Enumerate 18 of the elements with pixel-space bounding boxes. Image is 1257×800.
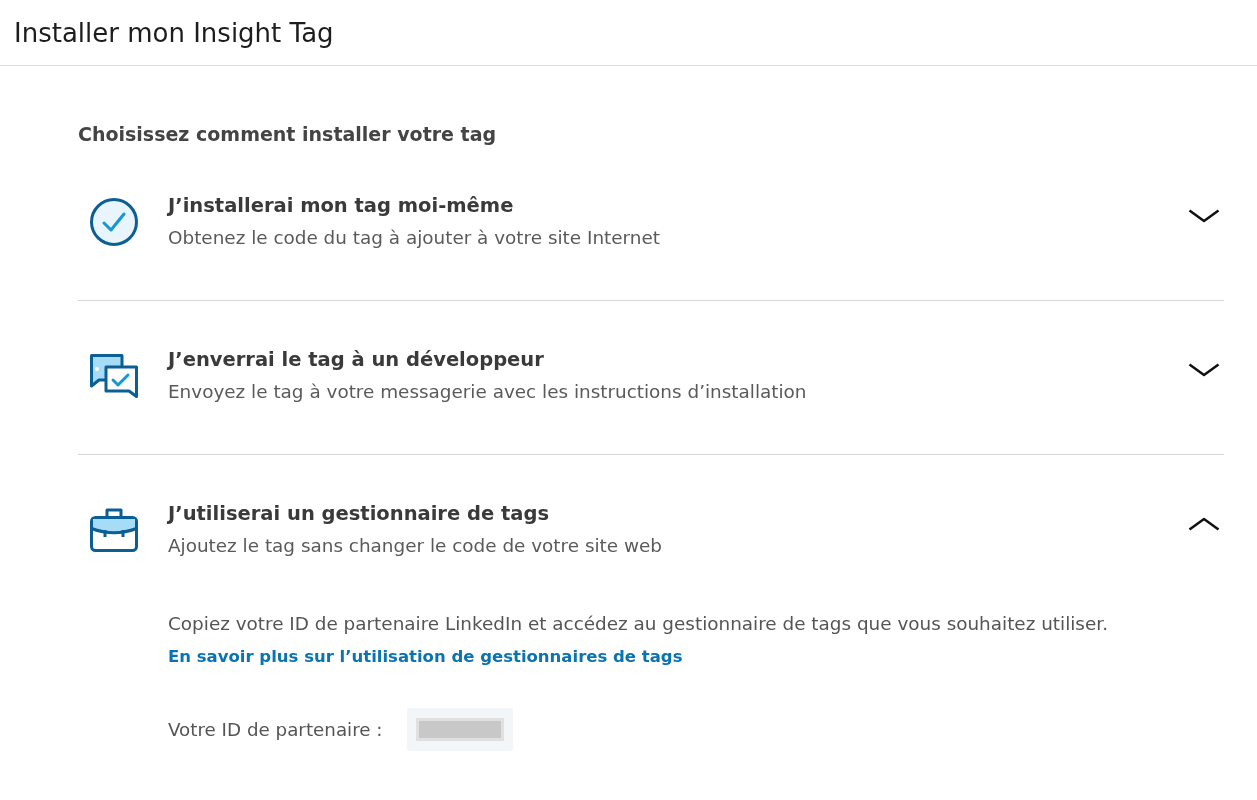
check-circle-icon xyxy=(90,197,138,246)
chat-bubbles-icon xyxy=(90,353,138,398)
section-heading: Choisissez comment installer votre tag xyxy=(78,123,498,145)
option-title: J’enverrai le tag à un développeur xyxy=(168,347,545,373)
option-title: J’installerai mon tag moi-même xyxy=(168,193,515,219)
chevron-up-icon xyxy=(1188,517,1220,531)
page-title: Installer mon Insight Tag xyxy=(14,17,334,48)
option-description: Obtenez le code du tag à ajouter à votre site Internet xyxy=(168,226,661,250)
chevron-down-icon xyxy=(1188,363,1220,377)
instructions-text: Copiez votre ID de partenaire LinkedIn et accédez au gestionnaire de tags que vous souhaitez utiliser. xyxy=(168,612,1109,636)
chevron-down-icon xyxy=(1188,209,1220,223)
partner-id-field[interactable] xyxy=(406,708,513,751)
partner-id-label: Votre ID de partenaire : xyxy=(168,719,383,740)
briefcase-icon xyxy=(90,507,138,552)
option-title: J’utiliserai un gestionnaire de tags xyxy=(168,501,550,527)
learn-more-link[interactable]: En savoir plus sur l’utilisation de gestionnaires de tags xyxy=(168,643,683,671)
option-description: Ajoutez le tag sans changer le code de votre site web xyxy=(168,534,663,558)
option-description: Envoyez le tag à votre messagerie avec les instructions d’installation xyxy=(168,380,808,404)
